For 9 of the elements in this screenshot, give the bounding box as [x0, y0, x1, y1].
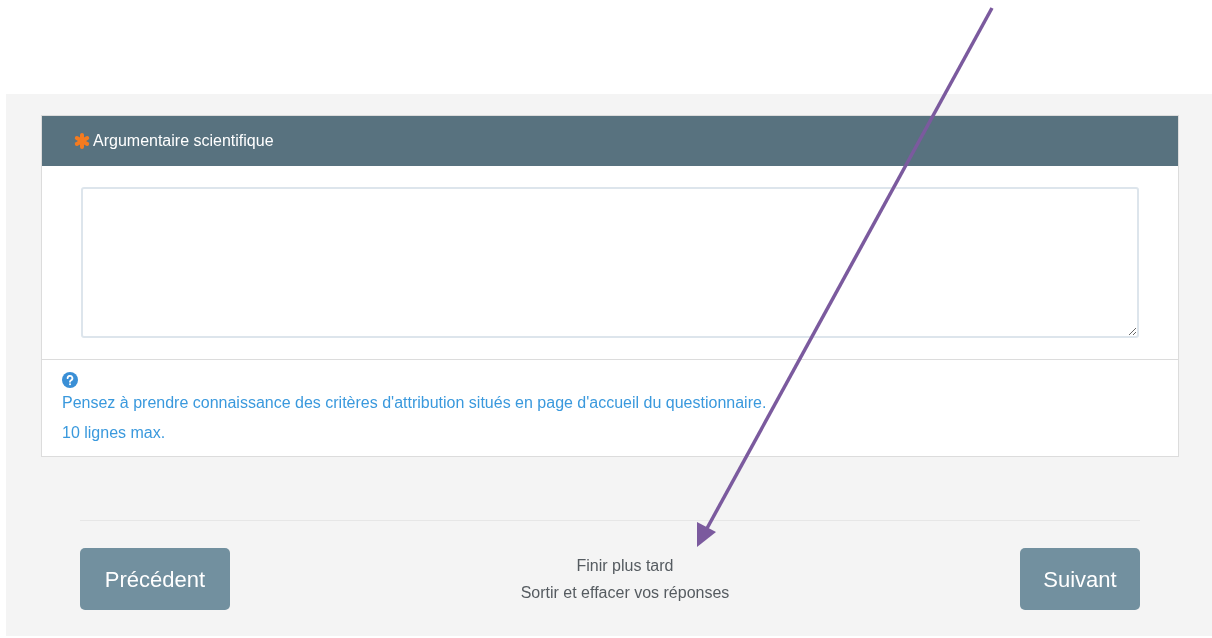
footer-link[interactable]: Finir plus tard [576, 552, 674, 579]
next-button[interactable]: Suivant [1020, 548, 1140, 610]
help-text: Pensez à prendre connaissance des critères d'attribution situés en page d'accueil du questionnaire. [62, 393, 768, 413]
previous-button[interactable]: Précédent [80, 548, 230, 610]
footer-link[interactable]: Sortir et effacer vos réponses [520, 579, 730, 606]
help-icon [62, 372, 78, 388]
help-text: 10 lignes max. [62, 423, 167, 443]
question-title: Argumentaire scientifique [93, 131, 274, 151]
answer-box[interactable] [81, 187, 1139, 338]
